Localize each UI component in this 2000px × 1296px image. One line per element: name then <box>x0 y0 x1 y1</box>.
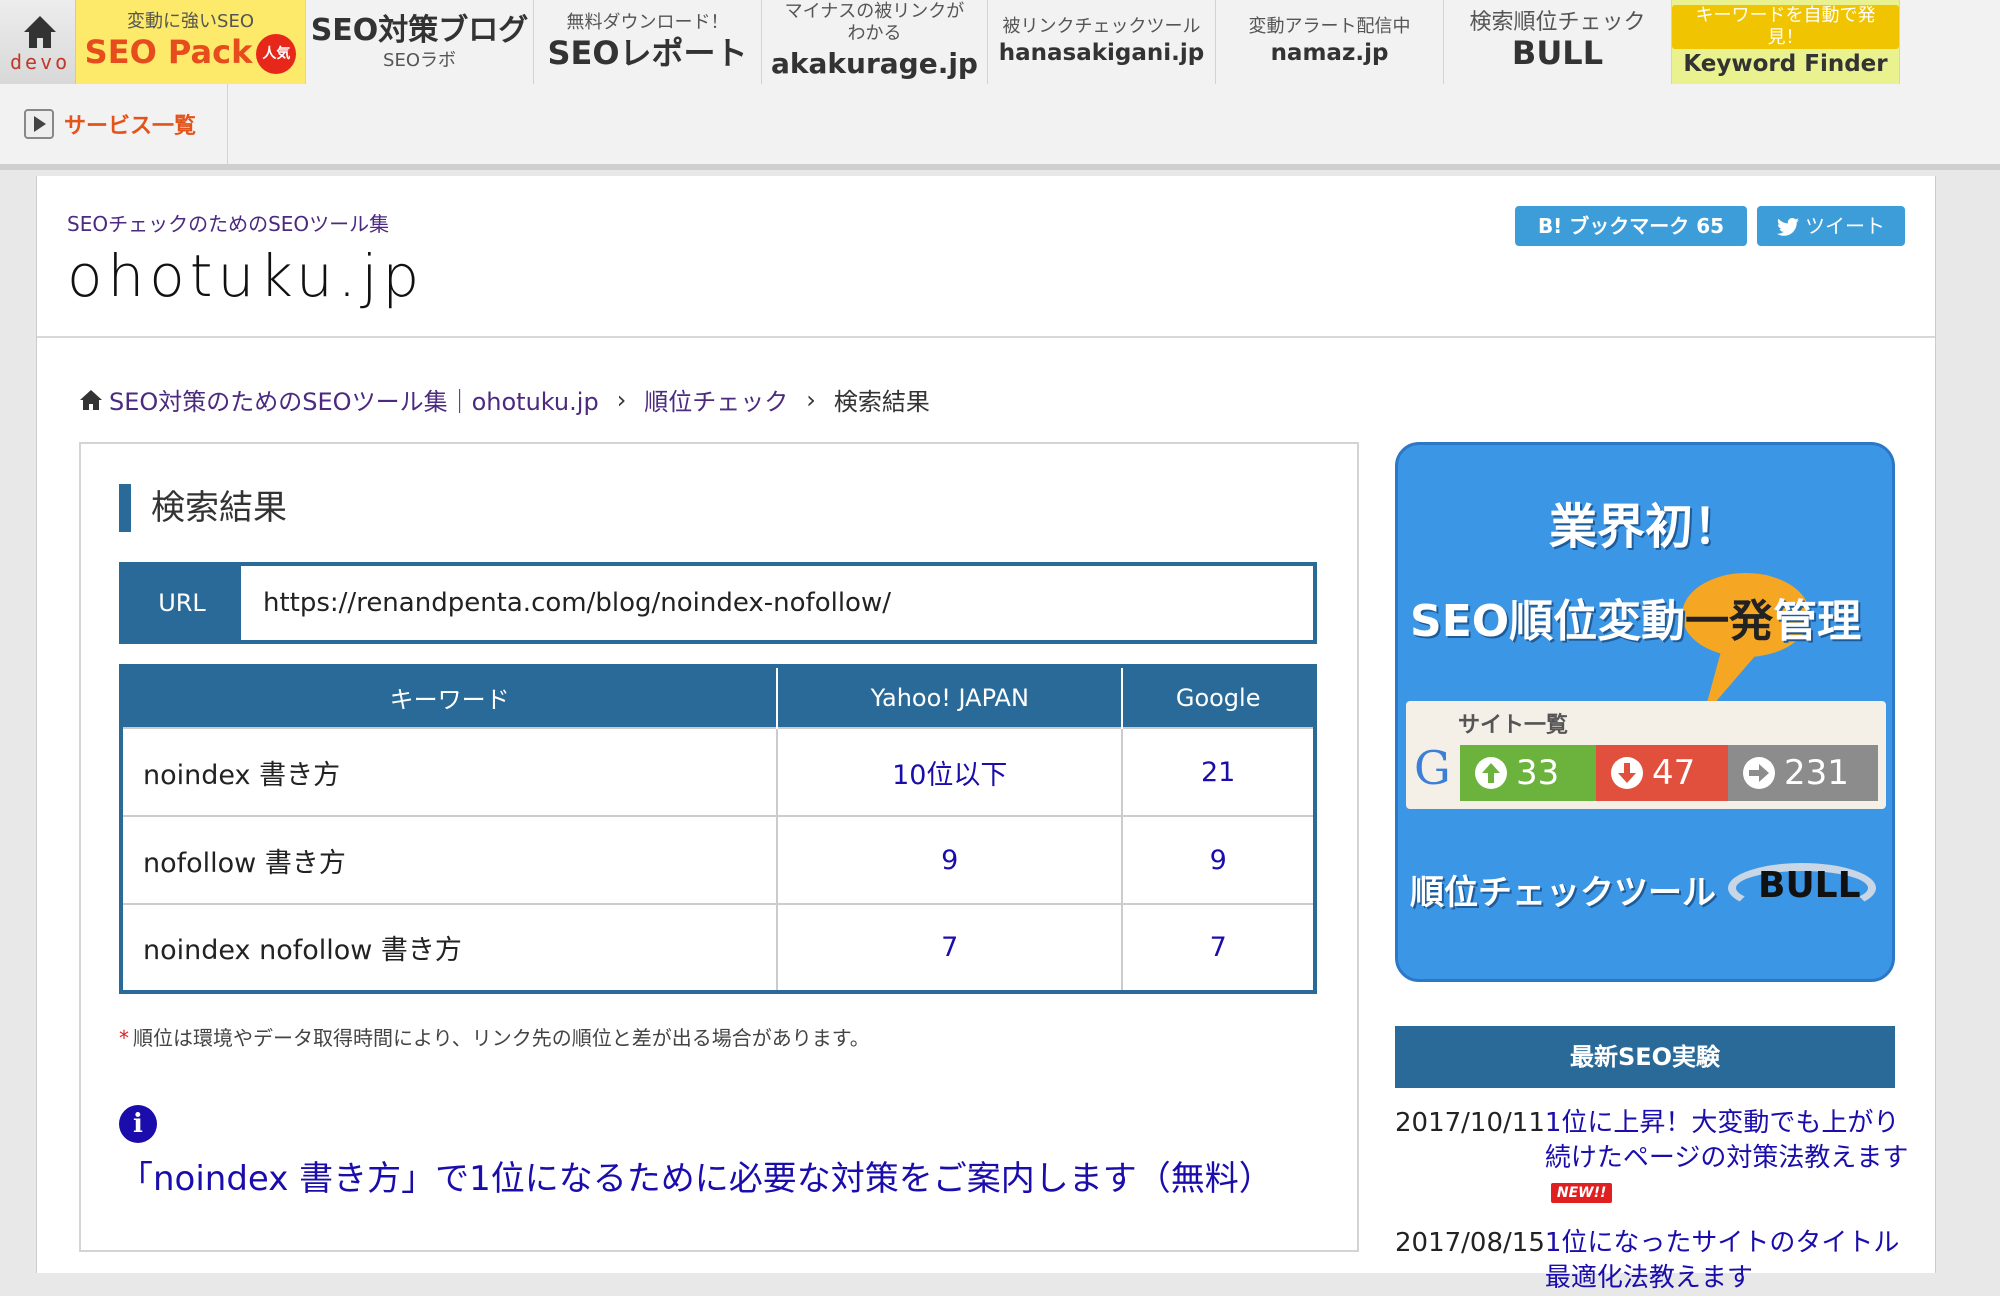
keyword-cell: nofollow 書き方 <box>121 815 779 904</box>
rank-same-count: 231 <box>1728 745 1878 801</box>
service-hanasakigani[interactable]: 被リンクチェックツール hanasakigani.jp <box>988 0 1216 84</box>
service-seolab[interactable]: SEO対策ブログ SEOラボ <box>306 0 534 84</box>
play-icon <box>24 109 54 139</box>
new-badge: NEW!! <box>1550 1183 1613 1203</box>
arrow-right-icon <box>1743 757 1775 789</box>
yahoo-rank-link[interactable]: 7 <box>941 932 958 963</box>
breadcrumb: SEO対策のためのSEOツール集｜ohotuku.jp › 順位チェック › 検… <box>79 382 930 417</box>
bull-logo: BULL <box>1728 853 1878 923</box>
table-header: キーワード Yahoo! JAPAN Google <box>121 666 1315 728</box>
yahoo-rank-link[interactable]: 10位以下 <box>892 760 1007 791</box>
consultation-link-block: i 「noindex 書き方」で1位になるために必要な対策をご案内します（無料） <box>119 1092 1319 1208</box>
result-panel: 検索結果 URL https://renandpenta.com/blog/no… <box>79 442 1359 1252</box>
consultation-link[interactable]: 「noindex 書き方」で1位になるために必要な対策をご案内します（無料） <box>119 1159 1273 1199</box>
url-label: URL <box>123 566 241 640</box>
home-icon <box>80 389 102 410</box>
table-row: noindex 書き方 10位以下 21 <box>121 727 1315 816</box>
bull-banner[interactable]: 業界初！ SEO順位変動一発管理 サイト一覧 G 33 47 231 順位チェッ… <box>1395 442 1895 982</box>
news-date: 2017/08/15 <box>1395 1228 1545 1258</box>
breadcrumb-separator: › <box>616 385 627 414</box>
breadcrumb-current: 検索結果 <box>833 388 930 416</box>
hatena-bookmark-button[interactable]: B! ブックマーク 65 <box>1515 206 1747 246</box>
site-header: SEOチェックのためのSEOツール集 ohotuku.jp B! ブックマーク … <box>37 176 1935 338</box>
service-bull[interactable]: 検索順位チェック BULL <box>1444 0 1672 84</box>
rank-up-count: 33 <box>1460 745 1596 801</box>
service-seopack[interactable]: 変動に強いSEO SEO Pack 人気 <box>76 0 306 84</box>
devo-label: devo <box>10 50 71 74</box>
service-akakurage[interactable]: マイナスの被リンクが わかる akakurage.jp <box>762 0 988 84</box>
google-g-icon: G <box>1414 741 1451 795</box>
site-logo[interactable]: ohotuku.jp <box>67 242 424 310</box>
result-title: 検索結果 <box>119 484 287 532</box>
banner-headline: 業界初！ <box>1548 499 1741 555</box>
service-keyword-finder[interactable]: キーワードを自動で発見！ Keyword Finder <box>1672 0 1900 84</box>
service-bar: devo 変動に強いSEO SEO Pack 人気 SEO対策ブログ SEOラボ … <box>0 0 2000 170</box>
table-row: noindex nofollow 書き方 7 7 <box>121 903 1315 992</box>
keyword-cell: noindex nofollow 書き方 <box>121 903 779 992</box>
latest-seo-heading: 最新SEO実験 <box>1395 1026 1895 1088</box>
twitter-bird-icon <box>1777 218 1799 236</box>
service-list-link[interactable]: サービス一覧 <box>0 84 228 164</box>
news-item: 2017/10/11 1位に上昇！大変動でも上がり続けたページの対策法教えます N… <box>1395 1106 1915 1211</box>
breadcrumb-home-link[interactable]: SEO対策のためのSEOツール集｜ohotuku.jp <box>109 382 599 417</box>
asterisk: * <box>119 1026 129 1050</box>
panel-caption: サイト一覧 <box>1458 713 1569 738</box>
column-yahoo: Yahoo! JAPAN <box>777 666 1124 728</box>
home-icon <box>24 16 56 48</box>
banner-subheadline: SEO順位変動一発管理 <box>1410 596 1862 647</box>
table-row: nofollow 書き方 9 9 <box>121 815 1315 904</box>
main-container: SEOチェックのためのSEOツール集 ohotuku.jp B! ブックマーク … <box>36 176 1936 1293</box>
keyword-cell: noindex 書き方 <box>121 727 779 816</box>
arrow-up-icon <box>1475 757 1507 789</box>
yahoo-rank-link[interactable]: 9 <box>941 845 958 876</box>
url-value: https://renandpenta.com/blog/noindex-nof… <box>263 588 891 618</box>
tweet-button[interactable]: ツイート <box>1757 206 1905 246</box>
column-keyword: キーワード <box>121 666 779 728</box>
rank-note: * 順位は環境やデータ取得時間により、リンク先の順位と差が出る場合があります。 <box>119 1026 870 1050</box>
devo-home-link[interactable]: devo <box>0 0 76 84</box>
banner-site-panel: サイト一覧 G 33 47 231 <box>1406 701 1886 809</box>
service-namaz[interactable]: 変動アラート配信中 namaz.jp <box>1216 0 1444 84</box>
url-display: URL https://renandpenta.com/blog/noindex… <box>119 562 1317 644</box>
banner-tool-name: 順位チェックツール <box>1410 873 1716 913</box>
news-item: 2017/08/15 1位になったサイトのタイトル最適化法教えます <box>1395 1226 1915 1296</box>
site-tagline: SEOチェックのためのSEOツール集 <box>67 212 390 236</box>
arrow-down-icon <box>1611 757 1643 789</box>
google-rank-link[interactable]: 9 <box>1210 845 1227 876</box>
news-title-link[interactable]: 1位になったサイトのタイトル最適化法教えます <box>1545 1228 1900 1293</box>
news-title-link[interactable]: 1位に上昇！大変動でも上がり続けたページの対策法教えます <box>1545 1108 1908 1173</box>
popular-badge: 人気 <box>256 33 297 74</box>
rank-down-count: 47 <box>1596 745 1728 801</box>
column-google: Google <box>1122 666 1315 728</box>
google-rank-link[interactable]: 7 <box>1210 932 1227 963</box>
info-icon: i <box>119 1105 157 1143</box>
news-date: 2017/10/11 <box>1395 1108 1545 1138</box>
breadcrumb-rank-check-link[interactable]: 順位チェック <box>644 382 788 417</box>
rank-table: キーワード Yahoo! JAPAN Google noindex 書き方 10… <box>119 664 1317 994</box>
google-rank-link[interactable]: 21 <box>1201 757 1235 788</box>
breadcrumb-separator: › <box>806 385 816 414</box>
service-seoreport[interactable]: 無料ダウンロード！ SEOレポート <box>534 0 762 84</box>
